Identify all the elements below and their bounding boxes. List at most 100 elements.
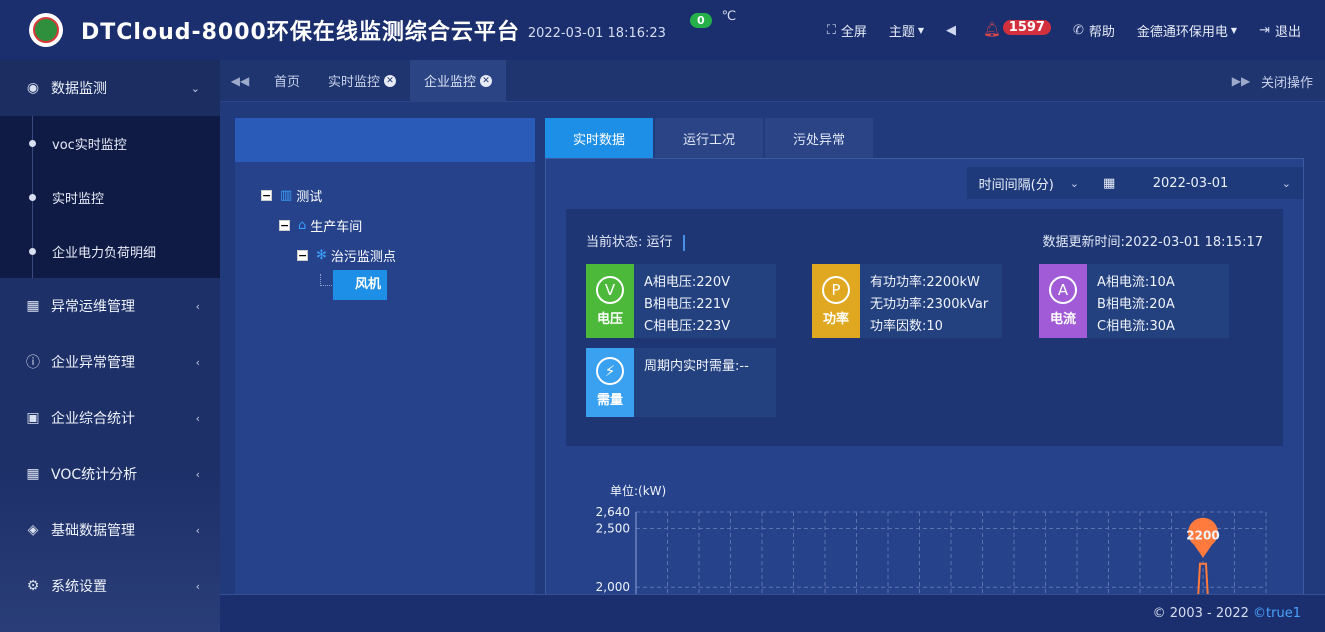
sidebar-group-label: 异常运维管理	[51, 299, 135, 315]
tab-enterprise-monitor[interactable]: 企业监控 ✕	[410, 59, 507, 102]
tab-home[interactable]: 首页	[260, 60, 314, 102]
tree-node-label: 测试	[296, 190, 323, 205]
top-header: DTCloud-8000环保在线监测综合云平台 2022-03-01 18:16…	[0, 0, 1325, 60]
tabs-scroll-left-button[interactable]: ◀◀	[220, 60, 260, 102]
theme-label: 主题	[888, 24, 915, 40]
interval-select[interactable]: 时间间隔(分) ⌄	[966, 167, 1091, 199]
interval-select-value: 时间间隔(分)	[978, 177, 1054, 193]
chevron-left-icon: ‹	[195, 523, 200, 537]
sidebar-group-base-data[interactable]: ◈ 基础数据管理 ‹	[0, 502, 220, 558]
demand-card: ⚡ 需量 周期内实时需量:--	[586, 348, 776, 417]
voltage-card-icon: V 电压	[586, 264, 634, 338]
bullet-dot	[29, 193, 36, 201]
sidebar-group-label: 企业综合统计	[51, 411, 135, 427]
tabs-right-controls: ▶▶ 关闭操作	[1221, 60, 1325, 102]
collapse-icon[interactable]: −	[297, 250, 308, 261]
collapse-icon[interactable]: −	[261, 190, 272, 201]
gear-icon: ⚙	[26, 578, 40, 594]
volume-button[interactable]: ◀	[946, 23, 961, 38]
caret-down-icon: ▼	[917, 25, 925, 35]
sidebar-group-ops[interactable]: ▦ 异常运维管理 ‹	[0, 278, 220, 334]
sidebar-group-data-monitoring[interactable]: ◉ 数据监测 ⌄	[0, 60, 220, 116]
temperature-widget: 0 ℃	[690, 9, 736, 28]
sidebar-group-statistics[interactable]: ▣ 企业综合统计 ‹	[0, 390, 220, 446]
date-picker[interactable]: ▦ 2022-03-01 ⌄	[1091, 167, 1303, 199]
voltage-icon: V	[596, 275, 624, 304]
sidebar-group-label: 数据监测	[51, 81, 107, 97]
card-value-line: C相电压:223V	[644, 319, 731, 334]
calendar-icon: ▦	[26, 466, 40, 482]
close-operations-button[interactable]: 关闭操作	[1261, 72, 1325, 91]
temperature-unit: ℃	[721, 9, 737, 24]
close-icon[interactable]: ✕	[480, 74, 493, 87]
ampere-icon: A	[1049, 275, 1077, 304]
tree-node-root[interactable]: − ▥ 测试	[261, 186, 322, 205]
power-chart: 单位:(kW) 2,000 2,500 2,640 2200	[596, 483, 1267, 595]
help-button[interactable]: ✆ 帮助	[1073, 21, 1115, 40]
logout-icon: ⇥	[1259, 22, 1270, 38]
chart-y-tick-label: 2,000	[596, 580, 630, 594]
user-name: 金德通环保用电	[1136, 24, 1228, 40]
user-dropdown[interactable]: 金德通环保用电 ▼	[1137, 21, 1237, 40]
chart-y-axis-label: 单位:(kW)	[610, 483, 666, 498]
current-status: 当前状态: 运行	[586, 231, 685, 251]
alarm-button[interactable]: 🔔︎ 1597	[983, 19, 1051, 38]
card-value-line: 无功功率:2300kVar	[870, 297, 989, 312]
tab-treatment-anomaly[interactable]: 污处异常	[765, 118, 874, 158]
sidebar-item-label: voc实时监控	[52, 137, 127, 153]
card-value-line: A相电流:10A	[1097, 275, 1175, 290]
logo-emblem	[33, 17, 59, 43]
date-picker-value: 2022-03-01	[1152, 175, 1229, 191]
help-label: 帮助	[1088, 24, 1115, 40]
sidebar: ◉ 数据监测 ⌄ voc实时监控 实时监控 企业电力负荷明细 ▦ 异常运维管理 ‹ …	[0, 60, 220, 632]
tab-label: 首页	[274, 75, 301, 90]
double-chevron-right-icon: ▶▶	[1231, 74, 1251, 88]
tree-node-workshop[interactable]: − ⌂ 生产车间	[279, 216, 362, 235]
sidebar-item-label: 企业电力负荷明细	[52, 245, 157, 261]
tabs-scroll-right-button[interactable]: ▶▶	[1221, 74, 1261, 88]
logo	[29, 13, 63, 47]
tree-node-monitor-point[interactable]: − ✻ 治污监测点	[297, 246, 396, 265]
sidebar-group-label: 基础数据管理	[51, 523, 135, 539]
status-divider	[682, 234, 685, 251]
fullscreen-button[interactable]: ⛶ 全屏	[827, 21, 867, 40]
power-card: P 功率 有功功率:2200kW 无功功率:2300kVar 功率因数:10	[812, 264, 1002, 338]
page-tabs-bar: ◀◀ 首页 实时监控 ✕ 企业监控 ✕ ▶▶ 关闭操作	[220, 59, 1325, 102]
current-card-icon: A 电流	[1039, 264, 1087, 338]
sidebar-item-power-load[interactable]: 企业电力负荷明细	[0, 224, 220, 278]
card-label: 功率	[822, 311, 849, 327]
card-value-line: 有功功率:2200kW	[870, 275, 980, 290]
close-icon[interactable]: ✕	[384, 74, 397, 87]
building-icon: ▥	[280, 188, 293, 203]
card-value-line: B相电流:20A	[1097, 297, 1175, 312]
alarm-count-badge: 1597	[1002, 19, 1051, 35]
stats-icon: ▣	[26, 410, 40, 426]
tab-realtime-data[interactable]: 实时数据	[545, 118, 654, 158]
chevron-down-icon: ⌄	[190, 81, 200, 95]
speaker-icon: ◀	[946, 22, 957, 38]
expand-icon: ⛶	[826, 22, 836, 38]
sidebar-group-label: VOC统计分析	[51, 467, 138, 483]
tab-operating-status[interactable]: 运行工况	[655, 118, 764, 158]
sidebar-group-voc-analysis[interactable]: ▦ VOC统计分析 ‹	[0, 446, 220, 502]
chevron-left-icon: ‹	[195, 355, 200, 369]
status-summary-box: 当前状态: 运行 数据更新时间:2022-03-01 18:15:17 V 电压 …	[566, 209, 1283, 446]
card-label: 电流	[1049, 311, 1076, 327]
theme-dropdown[interactable]: 主题 ▼	[889, 21, 924, 40]
tab-realtime-monitor[interactable]: 实时监控 ✕	[314, 60, 410, 102]
sidebar-item-voc-monitor[interactable]: voc实时监控	[0, 116, 220, 170]
tree-node-label: 生产车间	[310, 220, 363, 235]
sidebar-group-enterprise-alerts[interactable]: ⓘ 企业异常管理 ‹	[0, 334, 220, 390]
tree-node-fan-selected[interactable]: 风机	[333, 270, 388, 300]
home-icon: ⌂	[298, 218, 307, 233]
bell-icon: 🔔︎	[983, 22, 1001, 38]
sidebar-group-settings[interactable]: ⚙ 系统设置 ‹	[0, 558, 220, 614]
sidebar-item-realtime-monitor[interactable]: 实时监控	[0, 170, 220, 224]
chevron-down-icon: ⌄	[1069, 176, 1079, 190]
calendar-icon: ▦	[26, 298, 40, 314]
sidebar-item-label: 实时监控	[52, 191, 105, 207]
power-icon: P	[822, 275, 850, 304]
logout-button[interactable]: ⇥ 退出	[1259, 21, 1301, 40]
collapse-icon[interactable]: −	[279, 220, 290, 231]
data-panel-tabs: 实时数据 运行工况 污处异常	[545, 118, 875, 158]
